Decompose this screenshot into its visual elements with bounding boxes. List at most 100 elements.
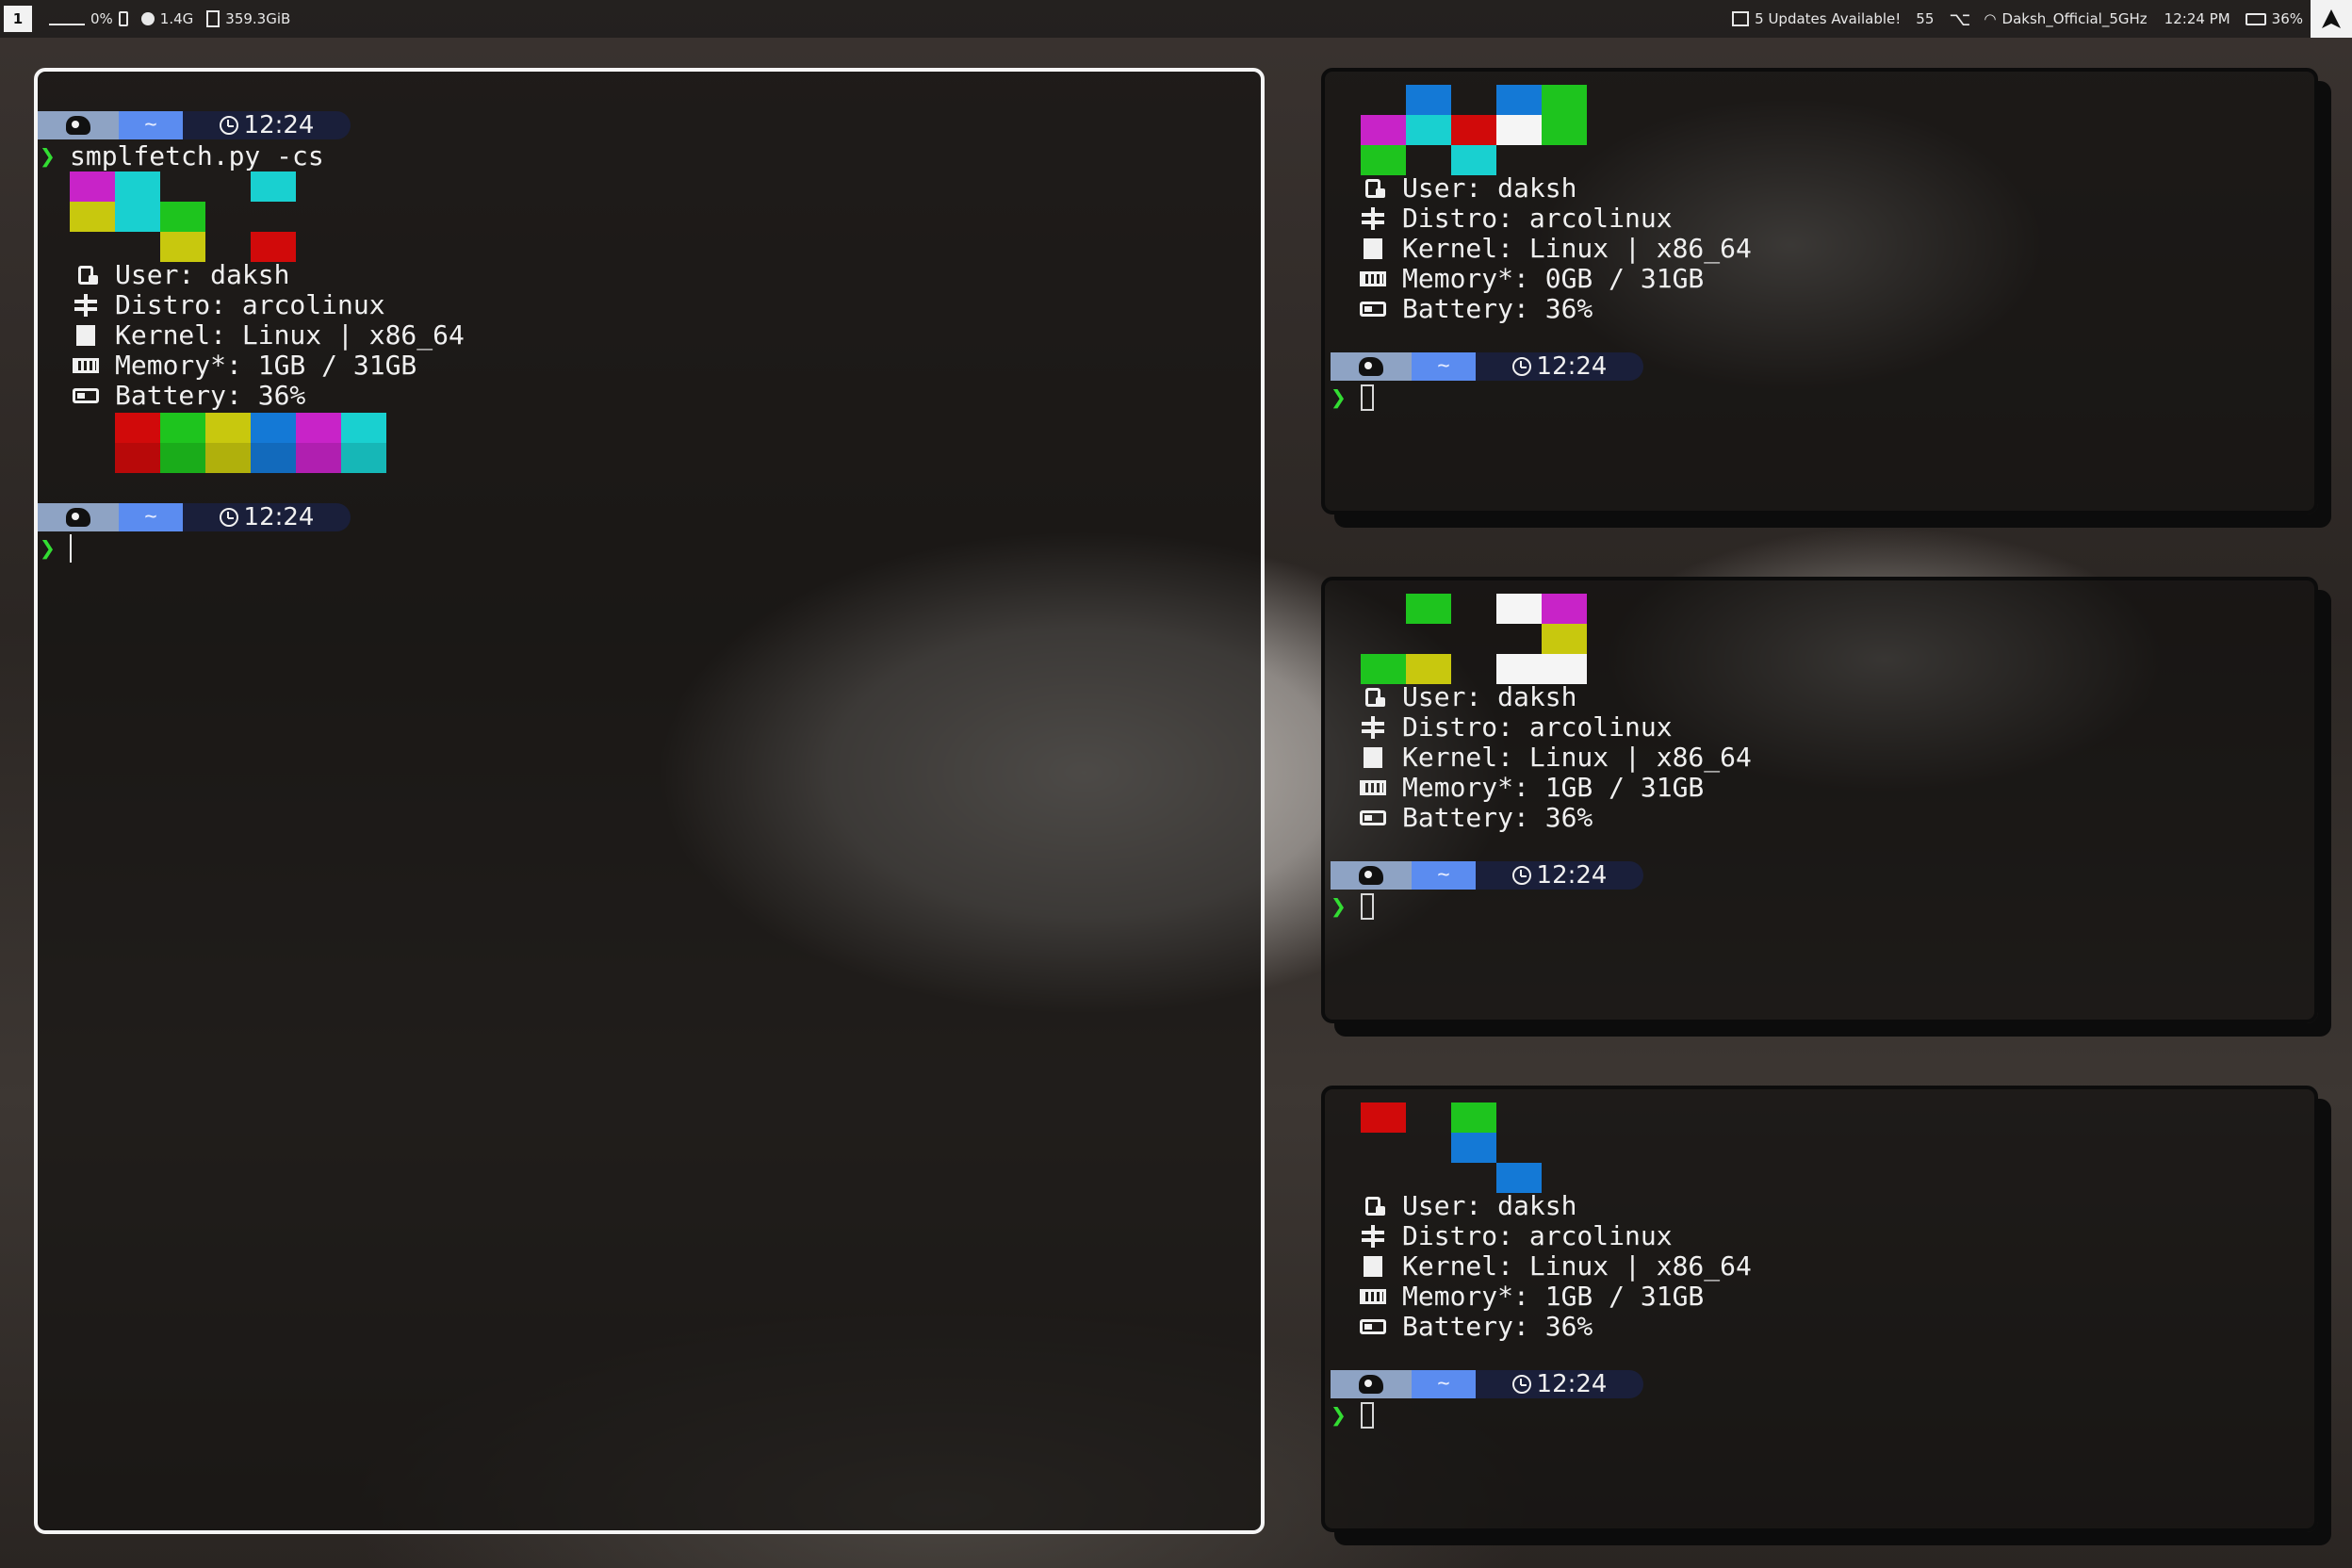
logo-pixel	[1451, 145, 1496, 175]
palette-swatch	[205, 413, 251, 443]
user-lock-icon	[1365, 1197, 1385, 1216]
logo-pixel	[1496, 594, 1542, 624]
clock-time: 12:24 PM	[2164, 10, 2230, 27]
info-memory: Memory*: 1GB / 31GB	[115, 350, 417, 381]
cpu-chip-icon	[76, 325, 95, 346]
prompt-time: 12:24	[1536, 352, 1608, 381]
prompt-time-segment: 12:24	[1476, 861, 1643, 890]
logo-pixel	[1406, 85, 1451, 115]
fetch-info: User: daksh Distro: arcolinux Kernel: Li…	[1357, 682, 1752, 833]
logo-pixel	[1406, 654, 1451, 684]
fetch-logo-art	[1361, 1102, 1587, 1193]
cpu-chip-icon	[1364, 238, 1382, 259]
memory-icon	[73, 358, 99, 373]
network-switch-icon: ⌥	[1949, 8, 1971, 30]
battery-icon	[1360, 302, 1386, 317]
os-logo-icon	[1359, 1375, 1383, 1394]
os-logo-icon	[1359, 357, 1383, 376]
prompt-dir-segment: ~	[119, 503, 183, 531]
palette-swatch	[251, 443, 296, 473]
wifi-ssid[interactable]: Daksh_Official_5GHz	[2002, 10, 2148, 27]
os-logo-icon	[66, 508, 90, 527]
battery-icon	[2245, 12, 2266, 25]
logo-pixel	[251, 232, 296, 262]
info-kernel: Kernel: Linux | x86_64	[1402, 1250, 1752, 1282]
system-stats: 0% 1.4G 359.3GiB	[49, 0, 290, 38]
prompt-dir-segment: ~	[1412, 861, 1476, 890]
logo-pixel	[1496, 654, 1542, 684]
info-distro: Distro: arcolinux	[115, 289, 385, 320]
cpu-graph-icon	[49, 24, 85, 25]
fetch-logo-art	[1361, 85, 1587, 175]
logo-pixel	[1361, 145, 1406, 175]
info-distro: Distro: arcolinux	[1402, 203, 1673, 234]
user-lock-icon	[1365, 179, 1385, 198]
terminal-window-right-top[interactable]: User: daksh Distro: arcolinux Kernel: Li…	[1321, 68, 2318, 514]
logo-pixel	[1542, 115, 1587, 145]
text-cursor	[1361, 384, 1374, 411]
palette-swatch	[296, 443, 341, 473]
info-user: User: daksh	[1402, 172, 1577, 204]
fetch-logo-art	[1361, 594, 1587, 684]
user-lock-icon	[78, 266, 98, 285]
logo-pixel	[1406, 115, 1451, 145]
prompt-arrow: ❯	[40, 140, 56, 172]
palette-swatch	[341, 443, 386, 473]
battery-icon	[1360, 1319, 1386, 1334]
logo-pixel	[1542, 624, 1587, 654]
logo-pixel	[70, 172, 115, 202]
prompt-time: 12:24	[1536, 861, 1608, 890]
prompt-os-segment	[1331, 352, 1412, 381]
color-palette	[115, 413, 386, 473]
logo-pixel	[1542, 85, 1587, 115]
fetch-info: User: daksh Distro: arcolinux Kernel: Li…	[1357, 1191, 1752, 1342]
battery-icon	[73, 388, 99, 403]
cpu-bar-icon	[118, 11, 128, 26]
terminal-window-right-bottom[interactable]: User: daksh Distro: arcolinux Kernel: Li…	[1321, 1086, 2318, 1532]
info-battery: Battery: 36%	[115, 380, 306, 411]
palette-swatch	[115, 443, 160, 473]
disk-icon	[206, 10, 220, 27]
info-kernel: Kernel: Linux | x86_64	[1402, 742, 1752, 773]
logo-pixel	[1451, 1133, 1496, 1163]
cpu-usage: 0%	[90, 10, 113, 27]
palette-swatch	[251, 413, 296, 443]
distro-icon	[74, 294, 97, 317]
image-icon[interactable]	[1732, 11, 1750, 26]
logo-pixel	[1451, 115, 1496, 145]
logo-pixel	[1361, 115, 1406, 145]
fetch-info: User: daksh Distro: arcolinux Kernel: Li…	[1357, 173, 1752, 324]
workspace-number: 1	[12, 10, 24, 27]
info-user: User: daksh	[115, 259, 290, 290]
cpu-chip-icon	[1364, 747, 1382, 768]
text-cursor	[1361, 1402, 1374, 1429]
logo-pixel	[1496, 115, 1542, 145]
prompt-time-segment: 12:24	[183, 111, 351, 139]
prompt-arrow: ❯	[1331, 382, 1347, 413]
palette-swatch	[160, 413, 205, 443]
prompt-arrow: ❯	[1331, 1399, 1347, 1430]
logo-pixel	[1496, 1163, 1542, 1193]
palette-swatch	[205, 443, 251, 473]
arch-launcher-button[interactable]	[2311, 0, 2352, 38]
clock-icon	[1511, 866, 1531, 885]
terminal-window-left[interactable]: ~ 12:24 ❯ smplfetch.py -cs User: daksh D…	[34, 68, 1265, 1534]
info-battery: Battery: 36%	[1402, 1311, 1593, 1342]
terminal-window-right-middle[interactable]: User: daksh Distro: arcolinux Kernel: Li…	[1321, 577, 2318, 1023]
prompt-bar: ~ 12:24	[38, 503, 351, 531]
updates-label[interactable]: 5 Updates Available!	[1755, 10, 1901, 27]
logo-pixel	[115, 172, 160, 202]
clock-icon	[219, 116, 238, 135]
command-text: smplfetch.py -cs	[70, 140, 324, 172]
clock-icon	[219, 508, 238, 527]
distro-icon	[1362, 1225, 1384, 1248]
prompt-time: 12:24	[1536, 1370, 1608, 1398]
info-memory: Memory*: 0GB / 31GB	[1402, 263, 1705, 294]
workspace-button[interactable]: 1	[4, 6, 32, 32]
os-logo-icon	[66, 116, 90, 135]
prompt-dir-segment: ~	[1412, 1370, 1476, 1398]
battery-icon	[1360, 810, 1386, 825]
memory-icon	[140, 12, 155, 25]
logo-pixel	[160, 232, 205, 262]
text-cursor	[1361, 893, 1374, 920]
